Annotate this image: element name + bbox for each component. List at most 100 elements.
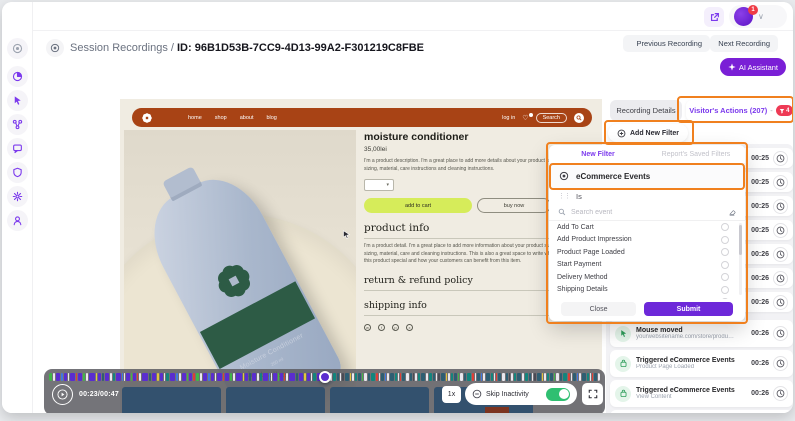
bag-icon — [615, 356, 631, 372]
sidebar-item-pie-icon[interactable] — [7, 66, 28, 87]
radio-button[interactable] — [721, 273, 729, 281]
sidebar-item-chat-icon[interactable] — [7, 138, 28, 159]
jump-to-time-button[interactable] — [773, 271, 788, 286]
pinterest-icon[interactable]: p — [392, 324, 399, 331]
event-option-add-product-impression[interactable]: Add Product Impression — [549, 234, 737, 247]
jump-to-time-button[interactable] — [773, 295, 788, 310]
jump-to-time-button[interactable] — [773, 386, 788, 401]
timeline-segment — [441, 373, 445, 381]
fullscreen-button[interactable] — [582, 383, 603, 405]
back-icon[interactable] — [46, 39, 64, 57]
timeline-segment — [371, 373, 375, 381]
jump-to-time-button[interactable] — [773, 326, 788, 341]
tab-reports-saved-filters[interactable]: Report's Saved Filters — [647, 145, 745, 163]
sidebar-item-target-icon[interactable] — [7, 38, 28, 59]
mock-product-info-section[interactable]: product info – — [364, 222, 576, 239]
event-option-product-page-loaded[interactable]: Product Page Loaded — [549, 246, 737, 259]
playback-speed-button[interactable]: 1x — [442, 386, 461, 403]
jump-to-time-button[interactable] — [773, 199, 788, 214]
filter-event-type-row[interactable]: eCommerce Events — [549, 164, 745, 188]
filmstrip-thumbnail — [122, 387, 221, 413]
mock-wishlist-heart-icon[interactable]: ♡ — [522, 114, 528, 122]
sidebar-item-user-icon[interactable] — [7, 210, 28, 231]
jump-to-time-button[interactable] — [773, 223, 788, 238]
jump-to-time-button[interactable] — [773, 247, 788, 262]
mock-nav-link-home[interactable]: home — [188, 115, 202, 121]
sidebar-item-flow-icon[interactable] — [7, 114, 28, 135]
sidebar-item-gear-icon[interactable] — [7, 186, 28, 207]
timeline-segment — [387, 373, 389, 381]
mock-nav-link-about[interactable]: about — [240, 115, 254, 121]
action-row[interactable]: Mouse moved — [610, 410, 793, 413]
timeline-segment — [579, 373, 581, 381]
tab-recording-details[interactable]: Recording Details — [610, 100, 682, 121]
tab-visitors-actions[interactable]: Visitor's Actions (207) - 4 — [686, 100, 793, 121]
event-option-shipping-details[interactable]: Shipping Details — [549, 284, 737, 297]
radio-button[interactable] — [721, 261, 729, 269]
timeline-segment — [333, 373, 336, 381]
timeline-segment — [176, 373, 178, 381]
sidebar-item-pointer-icon[interactable] — [7, 90, 28, 111]
skip-inactivity-toggle[interactable] — [546, 388, 570, 401]
playhead-handle[interactable] — [319, 371, 331, 383]
tab-new-filter[interactable]: New Filter — [549, 145, 647, 163]
timeline-segment — [284, 373, 285, 381]
whatsapp-icon[interactable]: w — [364, 324, 371, 331]
timeline-segment — [122, 373, 123, 381]
timeline-segment — [410, 373, 412, 381]
action-row[interactable]: Triggered eCommerce EventsProduct Page L… — [610, 350, 793, 377]
radio-button[interactable] — [721, 236, 729, 244]
event-option-add-to-cart[interactable]: Add To Cart — [549, 221, 737, 234]
jump-to-time-button[interactable] — [773, 356, 788, 371]
timeline-segment — [340, 373, 341, 381]
mock-return-policy-section[interactable]: return & refund policy + — [364, 275, 576, 291]
next-recording-button[interactable]: Next Recording — [710, 35, 778, 52]
timeline-segment — [379, 373, 380, 381]
event-option-delivery-method[interactable]: Delivery Method — [549, 271, 737, 284]
jump-to-time-button[interactable] — [773, 175, 788, 190]
mock-nav-link-shop[interactable]: shop — [215, 115, 227, 121]
play-button[interactable] — [52, 384, 73, 405]
options-scrollbar[interactable] — [739, 223, 742, 295]
radio-button[interactable] — [721, 223, 729, 231]
mock-login-link[interactable]: log in — [502, 115, 515, 121]
mock-add-to-cart-button[interactable]: add to cart — [364, 198, 472, 213]
action-title: Triggered eCommerce Events — [636, 357, 735, 364]
app-window: 1 ∨ Session Recordings / ID: 96B1D53B-7C… — [2, 2, 793, 413]
action-row[interactable]: Mouse movedyourwebsitename.com/store/pro… — [610, 320, 793, 347]
filter-condition-row[interactable]: ⋮⋮ Is — [549, 188, 745, 204]
close-button[interactable]: Close — [561, 302, 636, 316]
mock-nav-link-blog[interactable]: blog — [266, 115, 276, 121]
ai-assistant-button[interactable]: AI Assistant — [720, 58, 786, 76]
action-row[interactable]: Triggered eCommerce EventsView Content 00… — [610, 380, 793, 407]
breadcrumb-prefix: Session Recordings / — [70, 42, 177, 54]
mock-search-icon[interactable] — [574, 113, 584, 123]
mock-quantity-select[interactable]: ▾ — [364, 179, 394, 191]
x-icon[interactable]: x — [406, 324, 413, 331]
mock-search-button[interactable]: Search — [536, 113, 567, 123]
sidebar-item-shield-icon[interactable] — [7, 162, 28, 183]
user-menu[interactable]: 1 ∨ — [729, 5, 787, 28]
share-icon[interactable] — [704, 7, 724, 27]
radio-button[interactable] — [721, 248, 729, 256]
mock-social-icons: w f p x — [364, 324, 576, 331]
thumbnail-detail — [485, 407, 509, 413]
radio-button[interactable] — [721, 286, 729, 294]
mock-shipping-info-section[interactable]: shipping info + — [364, 300, 576, 316]
jump-to-time-button[interactable] — [773, 151, 788, 166]
timeline-segment — [187, 373, 188, 381]
event-option-start-payment[interactable]: Start Payment — [549, 259, 737, 272]
timeline-segment — [142, 373, 148, 381]
title-row: Session Recordings / ID: 96B1D53B-7CC9-4… — [33, 31, 793, 64]
timeline-segment — [472, 373, 474, 381]
mock-buy-now-button[interactable]: buy now — [477, 198, 551, 213]
add-new-filter-button[interactable]: Add New Filter — [608, 124, 688, 142]
action-time: 00:26 — [751, 390, 769, 397]
eraser-icon[interactable] — [728, 208, 736, 216]
timeline-segment — [592, 373, 593, 381]
submit-button[interactable]: Submit — [644, 302, 733, 316]
previous-recording-button[interactable]: Previous Recording — [629, 35, 710, 52]
event-search-input[interactable] — [571, 209, 723, 216]
facebook-icon[interactable]: f — [378, 324, 385, 331]
action-text: Triggered eCommerce EventsView Content — [636, 387, 735, 400]
